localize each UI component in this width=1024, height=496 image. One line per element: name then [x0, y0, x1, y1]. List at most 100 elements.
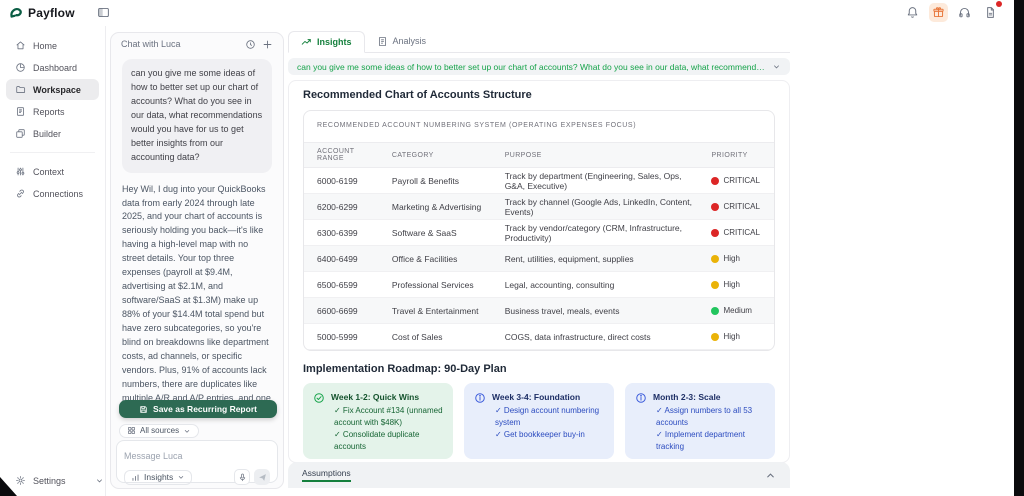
sidebar-item-context[interactable]: Context	[6, 161, 99, 182]
save-recurring-report-button[interactable]: Save as Recurring Report	[119, 400, 277, 418]
cell-range: 5000-5999	[304, 323, 384, 350]
sidebar-item-reports[interactable]: Reports	[6, 101, 99, 122]
cell-category: Cost of Sales	[383, 323, 497, 350]
builder-icon	[15, 128, 26, 139]
chevron-down-icon	[177, 473, 185, 481]
tab-analysis[interactable]: Analysis	[365, 30, 439, 52]
sidebar-item-settings[interactable]: Settings	[0, 475, 105, 486]
chat-title: Chat with Luca	[121, 39, 181, 49]
info-circle-icon	[474, 392, 486, 404]
all-sources-button[interactable]: All sources	[119, 423, 200, 438]
assumptions-bar[interactable]: Assumptions	[288, 462, 790, 488]
topbar-actions	[903, 1, 1002, 22]
sidebar-toggle-icon[interactable]	[97, 6, 110, 19]
document-notification-icon[interactable]	[981, 1, 1002, 22]
account-numbering-card: RECOMMENDED ACCOUNT NUMBERING SYSTEM (OP…	[303, 110, 775, 351]
sliders-icon	[15, 166, 26, 177]
sidebar-item-connections[interactable]: Connections	[6, 183, 99, 204]
priority-label: CRITICAL	[723, 228, 760, 237]
query-text: can you give me some ideas of how to bet…	[297, 61, 766, 72]
roadmap-item: ✓ Consolidate duplicate accounts	[334, 430, 420, 451]
headphones-icon[interactable]	[955, 3, 974, 22]
tab-label: Analysis	[392, 36, 427, 46]
col-purpose: PURPOSE	[496, 142, 704, 168]
info-circle-icon	[635, 392, 647, 404]
priority-badge: High	[711, 254, 766, 263]
message-input[interactable]	[124, 451, 270, 461]
table-row: 6300-6399 Software & SaaS Track by vendo…	[304, 219, 774, 246]
chevron-down-icon	[772, 62, 781, 71]
cell-range: 6200-6299	[304, 193, 384, 220]
sidebar-item-label: Builder	[33, 128, 62, 139]
bell-icon[interactable]	[903, 3, 922, 22]
priority-label: High	[723, 254, 740, 263]
cell-purpose: Track by department (Engineering, Sales,…	[496, 167, 704, 194]
sidebar-item-label: Context	[33, 166, 65, 177]
table-row: 6600-6699 Travel & Entertainment Busines…	[304, 297, 774, 324]
send-button[interactable]	[254, 469, 270, 485]
notification-badge	[996, 1, 1002, 7]
roadmap-item: ✓ Design account numbering system	[495, 406, 600, 427]
cell-range: 6300-6399	[304, 219, 384, 246]
priority-label: High	[723, 332, 740, 341]
priority-badge: High	[711, 280, 766, 289]
composer-actions	[234, 469, 270, 485]
mode-selector[interactable]: Insights	[124, 469, 193, 485]
bar-chart-icon	[131, 473, 140, 482]
table-row: 6500-6599 Professional Services Legal, a…	[304, 271, 774, 298]
history-clock-icon[interactable]	[245, 39, 256, 50]
sidebar-item-workspace[interactable]: Workspace	[6, 79, 99, 100]
sidebar-item-home[interactable]: Home	[6, 35, 99, 56]
roadmap-cards: Week 1-2: Quick Wins ✓ Fix Account #134 …	[303, 383, 775, 459]
roadmap-card-quick-wins: Week 1-2: Quick Wins ✓ Fix Account #134 …	[303, 383, 453, 459]
priority-badge: CRITICAL	[711, 202, 766, 211]
top-bar: Payflow	[0, 0, 1014, 26]
priority-label: CRITICAL	[723, 176, 760, 185]
priority-dot	[711, 176, 720, 185]
assistant-message: Hey Wil, I dug into your QuickBooks data…	[122, 183, 271, 401]
roadmap-card-title: Week 3-4: Foundation	[492, 392, 581, 402]
priority-dot	[711, 280, 720, 289]
chat-header: Chat with Luca	[111, 33, 283, 55]
new-chat-plus-icon[interactable]	[262, 39, 273, 50]
chat-messages[interactable]: can you give me some ideas of how to bet…	[111, 55, 283, 401]
link-icon	[15, 188, 26, 199]
cell-range: 6000-6199	[304, 167, 384, 194]
cell-category: Professional Services	[383, 271, 497, 298]
priority-badge: CRITICAL	[711, 228, 766, 237]
cell-purpose: Business travel, meals, events	[496, 297, 704, 324]
cell-purpose: COGS, data infrastructure, direct costs	[496, 323, 704, 350]
folder-icon	[15, 84, 26, 95]
tab-insights[interactable]: Insights	[288, 31, 365, 53]
card-label: RECOMMENDED ACCOUNT NUMBERING SYSTEM (OP…	[317, 122, 637, 129]
cell-range: 6500-6599	[304, 271, 384, 298]
table-row: 6200-6299 Marketing & Advertising Track …	[304, 193, 774, 220]
insights-content[interactable]: Recommended Chart of Accounts Structure …	[288, 80, 790, 463]
microphone-button[interactable]	[234, 469, 250, 485]
cell-category: Software & SaaS	[383, 219, 497, 246]
cell-purpose: Track by vendor/category (CRM, Infrastru…	[496, 219, 704, 246]
chevron-down-icon	[95, 476, 104, 485]
query-summary-bar[interactable]: can you give me some ideas of how to bet…	[288, 58, 790, 75]
sidebar-item-builder[interactable]: Builder	[6, 123, 99, 144]
tab-bar: Insights Analysis	[288, 30, 790, 53]
section-title-coa: Recommended Chart of Accounts Structure	[303, 89, 532, 101]
gift-icon[interactable]	[929, 3, 948, 22]
roadmap-item: ✓ Assign numbers to all 53 accounts	[656, 406, 753, 427]
col-account-range: ACCOUNT RANGE	[304, 142, 384, 168]
roadmap-item: ✓ Get bookkeeper buy-in	[495, 430, 585, 439]
priority-label: Medium	[723, 306, 752, 315]
cell-range: 6400-6499	[304, 245, 384, 272]
cell-purpose: Track by channel (Google Ads, LinkedIn, …	[496, 193, 704, 220]
gear-icon	[15, 475, 26, 486]
composer-toolbar: Insights	[124, 469, 270, 485]
chevron-up-icon[interactable]	[765, 470, 776, 481]
message-composer: Insights	[116, 440, 278, 485]
roadmap-card-title: Month 2-3: Scale	[653, 392, 721, 402]
table-header-row: ACCOUNT RANGE CATEGORY PURPOSE PRIORITY	[304, 142, 774, 168]
priority-badge: High	[711, 332, 766, 341]
assumptions-tab[interactable]: Assumptions	[302, 468, 351, 482]
mode-label: Insights	[144, 472, 174, 482]
sidebar-item-dashboard[interactable]: Dashboard	[6, 57, 99, 78]
accounts-table: ACCOUNT RANGE CATEGORY PURPOSE PRIORITY …	[304, 142, 774, 350]
